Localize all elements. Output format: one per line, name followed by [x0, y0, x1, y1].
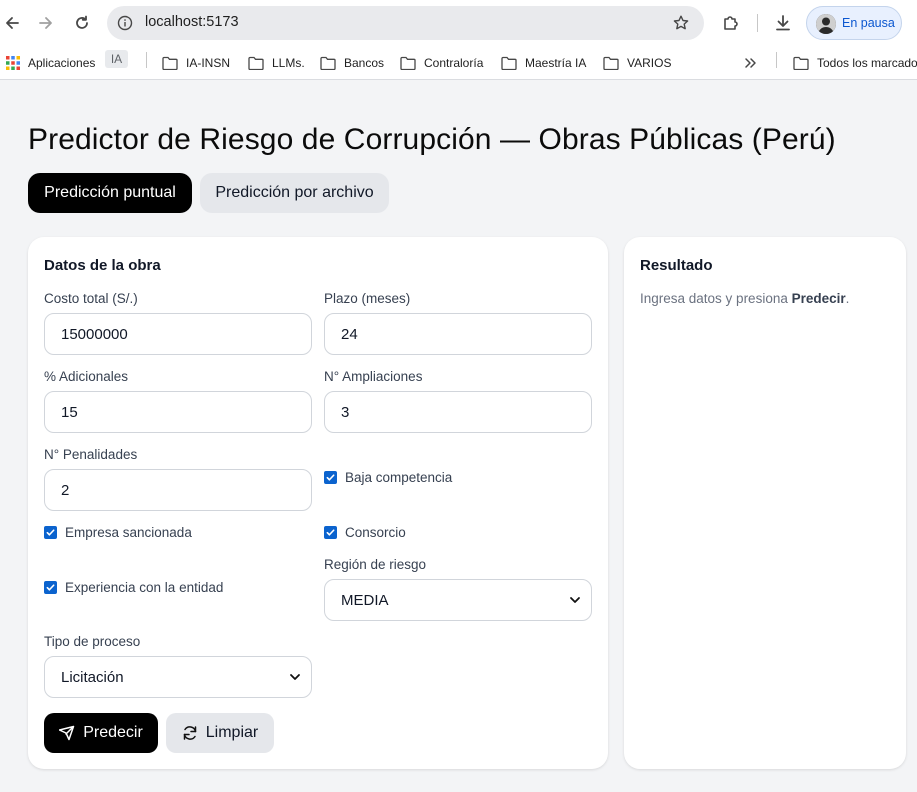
penalidades-input[interactable] [44, 469, 312, 511]
tipo-proceso-select[interactable]: Licitación [44, 656, 312, 698]
predict-button[interactable]: Predecir [44, 713, 158, 753]
result-card: Resultado Ingresa datos y presiona Prede… [624, 237, 906, 769]
bookmark-star-icon[interactable] [672, 14, 690, 32]
bookmarks-overflow-chevron-icon[interactable] [744, 53, 758, 73]
result-hint-prefix: Ingresa datos y presiona [640, 291, 792, 306]
bookmark-apps[interactable]: Aplicaciones [6, 53, 95, 73]
empresa-sancionada-label: Empresa sancionada [65, 525, 192, 540]
checkbox-checked-icon[interactable] [324, 526, 337, 539]
plazo-input[interactable] [324, 313, 592, 355]
bookmark-folder-maestria-ia[interactable]: Maestría IA [501, 53, 586, 73]
apps-grid-icon [6, 56, 20, 70]
region-label: Región de riesgo [324, 557, 427, 572]
result-card-title: Resultado [640, 257, 713, 274]
tipo-proceso-select-value: Licitación [61, 668, 124, 686]
folder-icon [501, 56, 517, 70]
tab-prediccion-archivo[interactable]: Predicción por archivo [200, 173, 389, 213]
browser-toolbar: localhost:5173 En pausa [0, 0, 917, 46]
adicionales-input[interactable] [44, 391, 312, 433]
plazo-label: Plazo (meses) [324, 291, 411, 306]
folder-icon [320, 56, 336, 70]
bookmark-label: Todos los marcado [817, 56, 917, 70]
bookmark-label: Bancos [344, 56, 385, 70]
chevron-down-icon [570, 597, 580, 603]
baja-competencia-label: Baja competencia [345, 470, 453, 485]
checkbox-checked-icon[interactable] [324, 471, 337, 484]
url-text[interactable]: localhost:5173 [145, 14, 239, 30]
checkbox-checked-icon[interactable] [44, 526, 57, 539]
bookmark-label: LLMs. [272, 56, 305, 70]
tipo-proceso-label: Tipo de proceso [44, 634, 141, 649]
folder-icon [793, 56, 809, 70]
predict-button-label: Predecir [83, 724, 143, 741]
site-info-icon[interactable] [117, 15, 133, 31]
address-bar[interactable]: localhost:5173 [107, 6, 704, 40]
folder-icon [603, 56, 619, 70]
bookmark-label: IA-INSN [186, 56, 231, 70]
empresa-sancionada-checkbox[interactable]: Empresa sancionada [44, 525, 192, 540]
result-hint: Ingresa datos y presiona Predecir. [640, 291, 849, 306]
extensions-icon[interactable] [719, 11, 743, 35]
page-title: Predictor de Riesgo de Corrupción — Obra… [28, 123, 836, 156]
ampliaciones-input[interactable] [324, 391, 592, 433]
folder-icon [400, 56, 416, 70]
tab-prediccion-puntual[interactable]: Predicción puntual [28, 173, 192, 213]
bookmark-apps-label: Aplicaciones [28, 56, 96, 70]
avatar [816, 14, 836, 34]
bookmarks-divider [776, 52, 777, 68]
result-hint-suffix: . [845, 291, 850, 306]
consorcio-label: Consorcio [345, 525, 406, 540]
baja-competencia-checkbox[interactable]: Baja competencia [324, 470, 452, 485]
bookmark-folder-varios[interactable]: VARIOS [603, 53, 671, 73]
profile-status-label: En pausa [842, 16, 895, 30]
send-icon [59, 725, 75, 741]
bookmark-label: Maestría IA [525, 56, 587, 70]
folder-icon [162, 56, 178, 70]
bookmark-all-bookmarks[interactable]: Todos los marcado [793, 53, 917, 73]
form-card-title: Datos de la obra [44, 257, 161, 274]
costo-input[interactable] [44, 313, 312, 355]
result-hint-bold: Predecir [791, 291, 846, 306]
refresh-icon [183, 726, 197, 740]
checkbox-checked-icon[interactable] [44, 581, 57, 594]
region-select-value: MEDIA [341, 591, 389, 609]
bookmark-folder-contraloria[interactable]: Contraloría [400, 53, 483, 73]
costo-label: Costo total (S/.) [44, 291, 138, 306]
form-card: Datos de la obra Costo total (S/.) Plazo… [28, 237, 608, 769]
bookmark-folder-llms[interactable]: LLMs. [248, 53, 305, 73]
app-page: Predictor de Riesgo de Corrupción — Obra… [0, 81, 917, 792]
bookmark-label: VARIOS [627, 56, 672, 70]
bookmarks-divider [146, 52, 147, 68]
download-icon[interactable] [771, 11, 795, 35]
profile-button[interactable]: En pausa [806, 6, 902, 40]
bookmark-folder-ia-insn[interactable]: IA-INSN [162, 53, 230, 73]
folder-icon [248, 56, 264, 70]
reload-icon[interactable] [70, 11, 94, 35]
clear-button[interactable]: Limpiar [166, 713, 274, 753]
adicionales-label: % Adicionales [44, 369, 129, 384]
region-select[interactable]: MEDIA [324, 579, 592, 621]
experiencia-label: Experiencia con la entidad [65, 580, 224, 595]
bookmark-folder-bancos[interactable]: Bancos [320, 53, 384, 73]
forward-arrow-icon[interactable] [34, 11, 58, 35]
bookmark-ia[interactable]: IA [105, 50, 128, 68]
bookmark-label: Contraloría [424, 56, 484, 70]
consorcio-checkbox[interactable]: Consorcio [324, 525, 406, 540]
experiencia-checkbox[interactable]: Experiencia con la entidad [44, 580, 223, 595]
back-arrow-icon[interactable] [0, 11, 24, 35]
penalidades-label: N° Penalidades [44, 447, 138, 462]
toolbar-divider [757, 14, 758, 32]
ampliaciones-label: N° Ampliaciones [324, 369, 423, 384]
clear-button-label: Limpiar [205, 724, 259, 741]
chevron-down-icon [290, 674, 300, 680]
